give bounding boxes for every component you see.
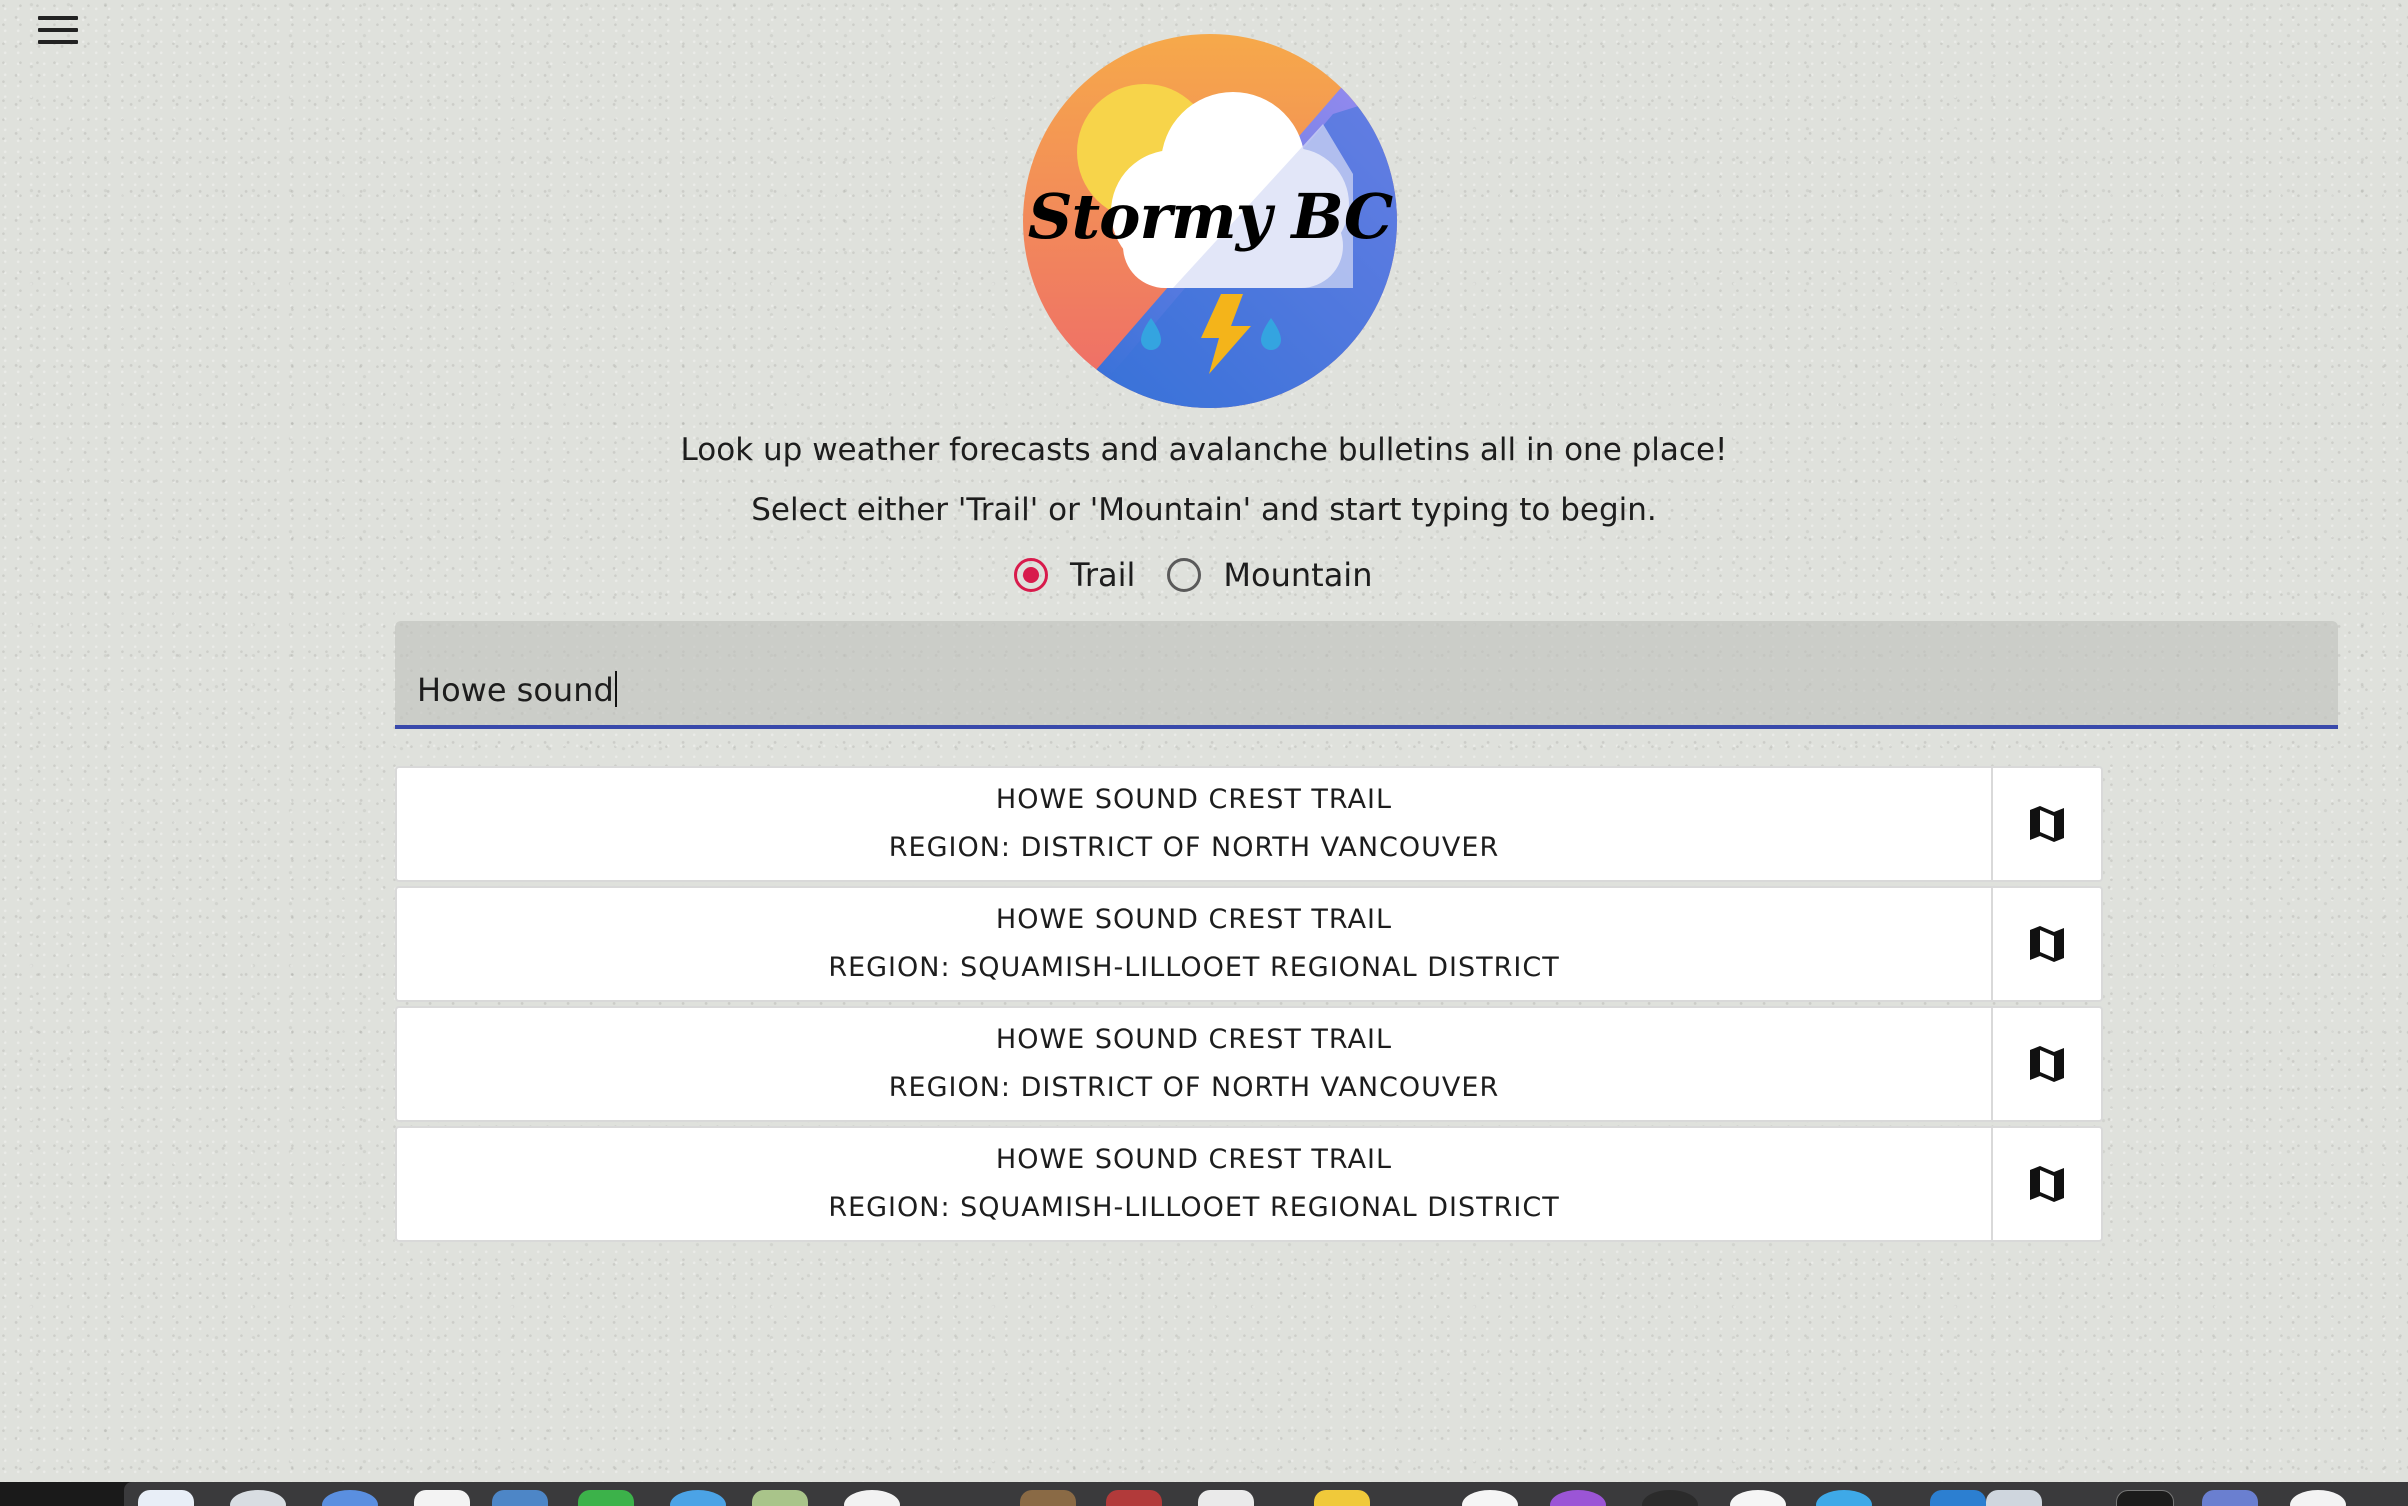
map-icon	[2030, 926, 2064, 962]
map-button[interactable]	[1993, 768, 2101, 880]
radio-trail-circle[interactable]	[1014, 558, 1048, 592]
radio-mountain-circle[interactable]	[1167, 558, 1202, 592]
text-caret	[614, 671, 617, 707]
dock-bar	[124, 1482, 2408, 1506]
search-input-text: Howe sound	[417, 671, 614, 709]
dock-app-icon[interactable]	[492, 1490, 548, 1506]
map-icon	[2030, 1046, 2064, 1082]
map-icon	[2030, 1166, 2064, 1202]
dock-app-icon[interactable]	[2290, 1490, 2346, 1506]
menu-line	[38, 28, 78, 32]
results-list: HOWE SOUND CREST TRAIL REGION: DISTRICT …	[395, 766, 2103, 1246]
map-button[interactable]	[1993, 1128, 2101, 1240]
list-item: HOWE SOUND CREST TRAIL REGION: DISTRICT …	[395, 766, 2103, 882]
map-icon	[2030, 806, 2064, 842]
hamburger-menu-icon[interactable]	[38, 16, 78, 44]
dock-app-icon[interactable]	[1550, 1490, 1606, 1506]
logo-text: Stormy BC	[1027, 180, 1394, 253]
search-type-radio-group: Trail Mountain	[1014, 556, 1372, 594]
result-title: HOWE SOUND CREST TRAIL	[995, 1024, 1393, 1055]
dock-app-icon[interactable]	[1816, 1490, 1872, 1506]
os-dock	[0, 1482, 2408, 1506]
menu-line	[38, 16, 78, 20]
result-title: HOWE SOUND CREST TRAIL	[995, 784, 1393, 815]
stormy-bc-logo: Stormy BC	[1023, 34, 1397, 408]
dock-app-icon[interactable]	[1462, 1490, 1518, 1506]
list-item: HOWE SOUND CREST TRAIL REGION: SQUAMISH-…	[395, 886, 2103, 1002]
dock-app-icon[interactable]	[844, 1490, 900, 1506]
result-select[interactable]: HOWE SOUND CREST TRAIL REGION: SQUAMISH-…	[397, 1128, 1993, 1240]
dock-app-icon[interactable]	[138, 1490, 194, 1506]
dock-app-icon[interactable]	[1020, 1490, 1076, 1506]
dock-app-icon[interactable]	[670, 1490, 726, 1506]
list-item: HOWE SOUND CREST TRAIL REGION: DISTRICT …	[395, 1006, 2103, 1122]
map-button[interactable]	[1993, 1008, 2101, 1120]
intro-line-1: Look up weather forecasts and avalanche …	[680, 432, 1728, 468]
dock-app-icon[interactable]	[1106, 1490, 1162, 1506]
dock-app-icon[interactable]	[752, 1490, 808, 1506]
result-select[interactable]: HOWE SOUND CREST TRAIL REGION: DISTRICT …	[397, 1008, 1993, 1120]
radio-mountain-label: Mountain	[1223, 556, 1373, 594]
dock-app-icon[interactable]	[322, 1490, 378, 1506]
dock-app-icon[interactable]	[1730, 1490, 1786, 1506]
dock-app-icon[interactable]	[414, 1490, 470, 1506]
intro-line-2: Select either 'Trail' or 'Mountain' and …	[751, 492, 1657, 528]
list-item: HOWE SOUND CREST TRAIL REGION: SQUAMISH-…	[395, 1126, 2103, 1242]
dock-app-icon[interactable]	[578, 1490, 634, 1506]
result-region: REGION: DISTRICT OF NORTH VANCOUVER	[888, 832, 1500, 863]
radio-trail-label: Trail	[1070, 556, 1136, 594]
radio-trail[interactable]: Trail	[1014, 556, 1135, 594]
map-button[interactable]	[1993, 888, 2101, 1000]
result-region: REGION: SQUAMISH-LILLOOET REGIONAL DISTR…	[828, 1192, 1560, 1223]
dock-app-icon[interactable]	[2116, 1490, 2174, 1506]
result-select[interactable]: HOWE SOUND CREST TRAIL REGION: SQUAMISH-…	[397, 888, 1993, 1000]
dock-app-icon[interactable]	[1198, 1490, 1254, 1506]
dock-app-icon[interactable]	[1986, 1490, 2042, 1506]
search-input-value[interactable]: Howe sound	[417, 671, 617, 709]
result-title: HOWE SOUND CREST TRAIL	[995, 904, 1393, 935]
dock-app-icon[interactable]	[1314, 1490, 1370, 1506]
dock-app-icon[interactable]	[2202, 1490, 2258, 1506]
result-region: REGION: DISTRICT OF NORTH VANCOUVER	[888, 1072, 1500, 1103]
radio-mountain[interactable]: Mountain	[1167, 556, 1372, 594]
result-title: HOWE SOUND CREST TRAIL	[995, 1144, 1393, 1175]
dock-app-icon[interactable]	[1642, 1490, 1698, 1506]
result-select[interactable]: HOWE SOUND CREST TRAIL REGION: DISTRICT …	[397, 768, 1993, 880]
dock-app-icon[interactable]	[230, 1490, 286, 1506]
result-region: REGION: SQUAMISH-LILLOOET REGIONAL DISTR…	[828, 952, 1560, 983]
menu-line	[38, 40, 78, 44]
search-input[interactable]: Howe sound	[395, 621, 2338, 729]
dock-app-icon[interactable]	[1930, 1490, 1986, 1506]
